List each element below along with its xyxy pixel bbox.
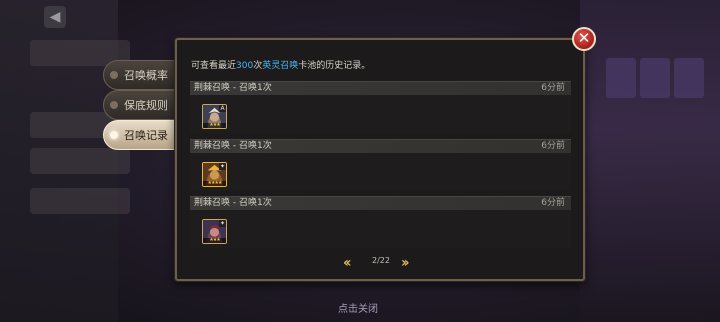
background-card: [606, 58, 636, 98]
hero-class-badge: ✦: [219, 163, 226, 170]
tab-dot-icon: [110, 101, 118, 109]
close-icon[interactable]: ✕: [572, 27, 596, 51]
record-title: 荆棘召唤 - 召唤1次: [194, 198, 272, 208]
background-menu-row: [30, 148, 130, 174]
hero-class-badge: ✦: [219, 220, 226, 227]
tab-summon-records[interactable]: 召唤记录: [103, 120, 179, 150]
record-body: [190, 153, 571, 191]
record-body: [190, 95, 571, 133]
tab-summon-probability[interactable]: 召唤概率: [103, 60, 179, 90]
record-title: 荆棘召唤 - 召唤1次: [194, 83, 272, 93]
record-body: [190, 210, 571, 248]
hero-portrait[interactable]: ✦ ★★★: [202, 219, 227, 244]
record-time: 6分前: [541, 198, 565, 208]
back-icon: ◀: [44, 6, 66, 28]
record-info-text: 可查看最近300次英灵召唤卡池的历史记录。: [191, 61, 371, 71]
tab-pity-rules[interactable]: 保底规则: [103, 90, 179, 120]
hero-class-badge: A: [219, 105, 226, 112]
background-card: [674, 58, 704, 98]
tab-dot-icon: [110, 131, 118, 139]
background-card: [640, 58, 670, 98]
record-time: 6分前: [541, 83, 565, 93]
background-right-panel: [580, 0, 720, 322]
record-header: 荆棘召唤 - 召唤1次 6分前: [190, 196, 571, 210]
record-header: 荆棘召唤 - 召唤1次 6分前: [190, 81, 571, 95]
hero-stars: ★★★★: [203, 181, 226, 186]
hero-portrait[interactable]: ✦ ★★★★: [202, 162, 227, 187]
background-menu-row: [30, 188, 130, 214]
hero-stars: ★★★: [203, 123, 226, 128]
tab-label: 召唤概率: [124, 69, 168, 82]
record-count: 300: [236, 61, 254, 71]
tap-to-close-text[interactable]: 点击关闭: [338, 300, 378, 315]
double-chevron-left-icon[interactable]: ‹‹: [343, 256, 361, 270]
page-indicator: 2/22: [372, 256, 390, 265]
record-header: 荆棘召唤 - 召唤1次 6分前: [190, 139, 571, 153]
tab-dot-icon: [110, 71, 118, 79]
tab-label: 保底规则: [124, 99, 168, 112]
pool-name: 英灵召唤: [262, 61, 299, 71]
record-time: 6分前: [541, 141, 565, 151]
record-title: 荆棘召唤 - 召唤1次: [194, 141, 272, 151]
tab-label: 召唤记录: [124, 129, 168, 142]
hero-portrait[interactable]: A ★★★: [202, 104, 227, 129]
hero-stars: ★★★: [203, 238, 226, 243]
double-chevron-right-icon[interactable]: ››: [401, 256, 419, 270]
